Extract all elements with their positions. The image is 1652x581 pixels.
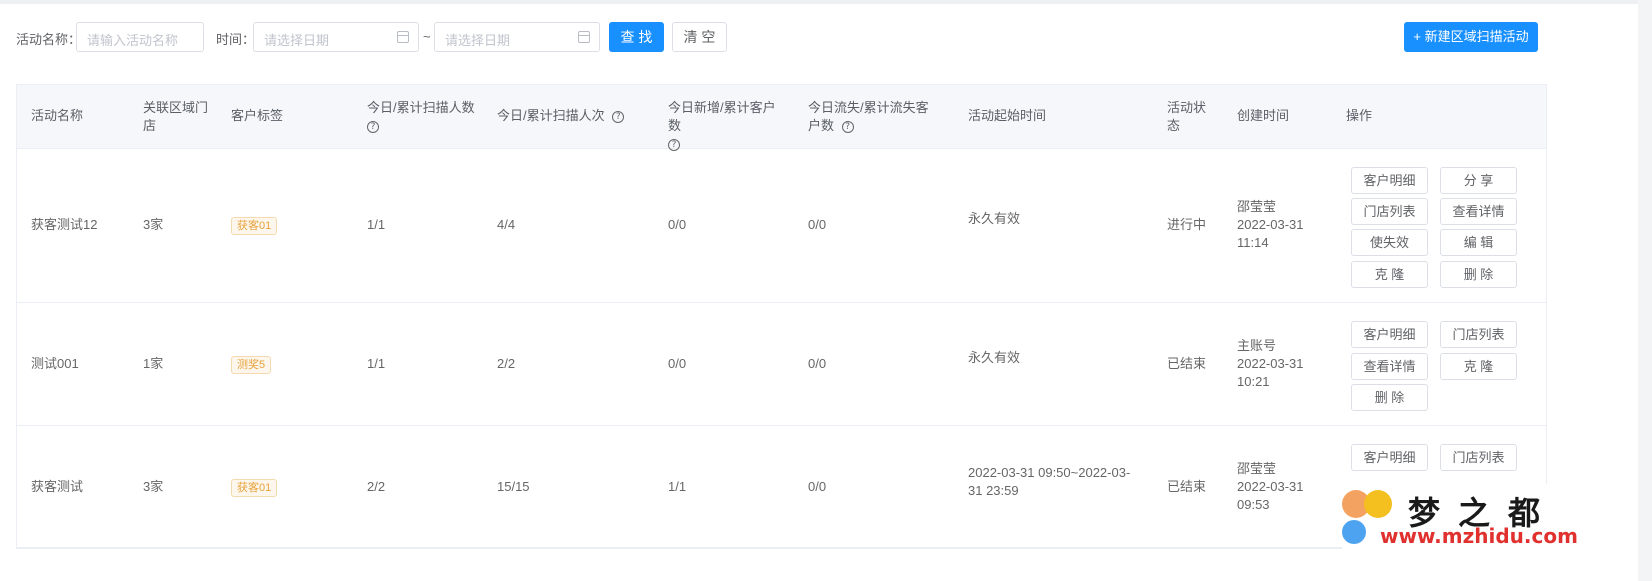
new-customers: 0/0 xyxy=(668,217,687,232)
new-customers: 1/1 xyxy=(668,479,687,494)
date-range-separator: ~ xyxy=(423,29,431,44)
created-info: 邵莹莹 2022-03-31 09:53 xyxy=(1237,460,1304,514)
created-time: 11:14 xyxy=(1237,235,1269,250)
filter-bar: 活动名称： 请输入活动名称 时间： 请选择日期 ~ 请选择日期 查 找 清 空 … xyxy=(16,22,1636,52)
scan-times: 2/2 xyxy=(497,356,516,371)
col-header-scan-people-label: 今日/累计扫描人数 xyxy=(367,100,475,115)
customer-detail-button[interactable]: 客户明细 xyxy=(1351,321,1428,348)
scan-times: 4/4 xyxy=(497,217,516,232)
scan-people: 1/1 xyxy=(367,217,386,232)
activity-period: 2022-03-31 09:50~2022-03-31 23:59 xyxy=(968,465,1131,498)
start-date-placeholder: 请选择日期 xyxy=(264,33,330,48)
col-header-lost-customers-label: 今日流失/累计流失客户数 xyxy=(808,100,929,133)
created-time: 10:21 xyxy=(1237,374,1270,389)
col-header-period: 活动起始时间 xyxy=(968,108,1047,123)
help-icon[interactable]: ? xyxy=(367,120,379,133)
col-header-name: 活动名称 xyxy=(31,108,84,123)
activity-name: 测试001 xyxy=(31,356,79,371)
page-scrollbar[interactable] xyxy=(1638,0,1652,581)
activity-period: 永久有效 xyxy=(968,350,1021,365)
store-list-button[interactable]: 门店列表 xyxy=(1351,198,1428,225)
col-header-scan-times: 今日/累计扫描人次 ? xyxy=(497,107,625,125)
table-header: 活动名称 关联区域门店 客户标签 今日/累计扫描人数 ? 今日/累计扫描人次 ?… xyxy=(17,85,1546,151)
top-divider xyxy=(0,0,1652,4)
table-row: 获客测试 3家 获客01 2/2 15/15 1/1 0/0 2022-03-3… xyxy=(17,426,1546,548)
activity-name-input[interactable]: 请输入活动名称 xyxy=(76,22,204,52)
delete-button[interactable]: 删 除 xyxy=(1351,384,1428,411)
activity-name: 获客测试 xyxy=(31,479,84,494)
col-header-stores: 关联区域门店 xyxy=(143,100,209,133)
activity-name-label: 活动名称： xyxy=(16,32,82,47)
store-count: 1家 xyxy=(143,356,164,371)
created-time: 09:53 xyxy=(1237,497,1270,512)
activity-table: 活动名称 关联区域门店 客户标签 今日/累计扫描人数 ? 今日/累计扫描人次 ?… xyxy=(16,84,1547,549)
table-row: 测试001 1家 测奖5 1/1 2/2 0/0 0/0 永久有效 已结束 主账… xyxy=(17,303,1546,426)
share-button[interactable]: 分 享 xyxy=(1440,167,1517,194)
status-badge: 已结束 xyxy=(1167,356,1207,371)
clear-button[interactable]: 清 空 xyxy=(672,22,727,52)
help-icon[interactable]: ? xyxy=(841,120,854,133)
new-customers: 0/0 xyxy=(668,356,687,371)
watermark: 梦之都 www.mzhidu.com xyxy=(1342,484,1578,550)
col-header-scan-people: 今日/累计扫描人数 ? xyxy=(367,99,477,135)
scan-people: 2/2 xyxy=(367,479,386,494)
created-date: 2022-03-31 xyxy=(1237,356,1304,371)
scan-people: 1/1 xyxy=(367,356,386,371)
end-date-placeholder: 请选择日期 xyxy=(445,33,511,48)
lost-customers: 0/0 xyxy=(808,217,827,232)
customer-tag: 测奖5 xyxy=(231,356,272,374)
calendar-icon xyxy=(397,31,409,43)
store-list-button[interactable]: 门店列表 xyxy=(1440,444,1517,471)
calendar-icon xyxy=(578,31,590,43)
lost-customers: 0/0 xyxy=(808,479,827,494)
start-date-picker[interactable]: 请选择日期 xyxy=(253,22,419,52)
status-badge: 进行中 xyxy=(1167,217,1207,232)
table-row: 获客测试12 3家 获客01 1/1 4/4 0/0 0/0 永久有效 进行中 … xyxy=(17,149,1546,303)
clone-button[interactable]: 克 隆 xyxy=(1440,353,1517,380)
deactivate-button[interactable]: 使失效 xyxy=(1351,229,1428,256)
face-icon xyxy=(1364,490,1392,518)
customer-detail-button[interactable]: 客户明细 xyxy=(1351,444,1428,471)
col-header-created: 创建时间 xyxy=(1237,108,1290,123)
view-details-button[interactable]: 查看详情 xyxy=(1440,198,1517,225)
created-info: 主账号 2022-03-31 10:21 xyxy=(1237,337,1304,391)
creator: 主账号 xyxy=(1237,338,1277,353)
customer-tag: 获客01 xyxy=(231,217,278,235)
clone-button[interactable]: 克 隆 xyxy=(1351,261,1428,288)
create-region-scan-activity-button[interactable]: + 新建区域扫描活动 xyxy=(1404,22,1538,52)
delete-button[interactable]: 删 除 xyxy=(1440,261,1517,288)
activity-period: 永久有效 xyxy=(968,211,1021,226)
store-list-button[interactable]: 门店列表 xyxy=(1440,321,1517,348)
face-icon xyxy=(1342,520,1366,544)
col-header-tags: 客户标签 xyxy=(231,108,284,123)
col-header-new-customers-label: 今日新增/累计客户数 xyxy=(668,100,776,133)
search-button[interactable]: 查 找 xyxy=(609,22,664,52)
col-header-status: 活动状态 xyxy=(1167,100,1207,133)
time-label: 时间： xyxy=(216,32,256,47)
edit-button[interactable]: 编 辑 xyxy=(1440,229,1517,256)
help-icon[interactable]: ? xyxy=(612,110,625,123)
view-details-button[interactable]: 查看详情 xyxy=(1351,353,1428,380)
created-date: 2022-03-31 xyxy=(1237,479,1304,494)
watermark-url: www.mzhidu.com xyxy=(1380,524,1578,548)
store-count: 3家 xyxy=(143,217,164,232)
scan-times: 15/15 xyxy=(497,479,530,494)
customer-detail-button[interactable]: 客户明细 xyxy=(1351,167,1428,194)
activity-name: 获客测试12 xyxy=(31,217,98,232)
store-count: 3家 xyxy=(143,479,164,494)
status-badge: 已结束 xyxy=(1167,479,1207,494)
col-header-scan-times-label: 今日/累计扫描人次 xyxy=(497,108,605,123)
creator: 邵莹莹 xyxy=(1237,199,1277,214)
col-header-lost-customers: 今日流失/累计流失客户数 ? xyxy=(808,99,938,135)
end-date-picker[interactable]: 请选择日期 xyxy=(434,22,600,52)
creator: 邵莹莹 xyxy=(1237,461,1277,476)
col-header-ops: 操作 xyxy=(1346,108,1373,123)
created-date: 2022-03-31 xyxy=(1237,217,1304,232)
customer-tag: 获客01 xyxy=(231,479,278,497)
col-header-new-customers: 今日新增/累计客户数 ? xyxy=(668,99,788,153)
lost-customers: 0/0 xyxy=(808,356,827,371)
created-info: 邵莹莹 2022-03-31 11:14 xyxy=(1237,198,1304,252)
